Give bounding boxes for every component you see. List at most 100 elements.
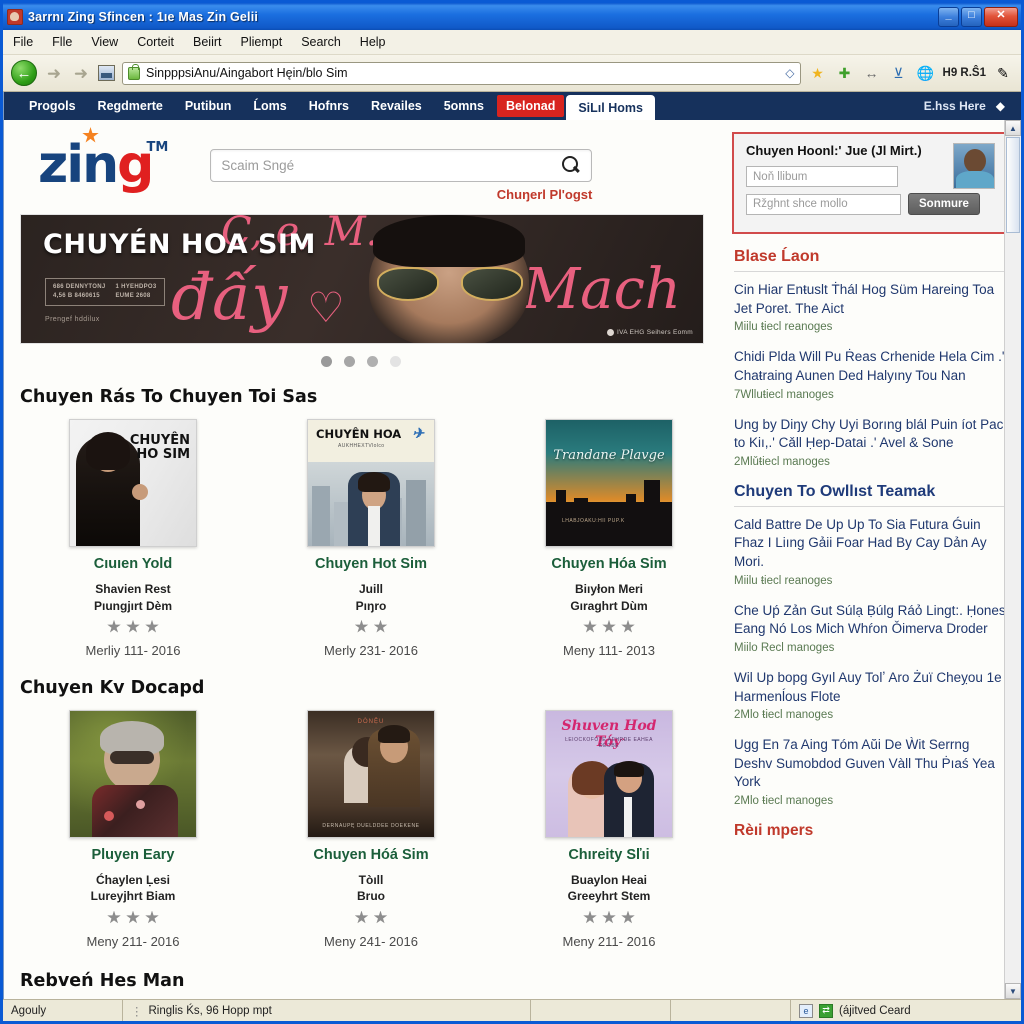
- star-icon: [583, 619, 597, 633]
- card-date: Meny 211‑ 2016: [562, 933, 656, 949]
- card-title[interactable]: Pluyen Eary: [91, 847, 174, 864]
- menu-item-pliempt[interactable]: Pliempt: [241, 35, 283, 49]
- card-title[interactable]: Chuyen Hóá Sim: [313, 847, 428, 864]
- globe-status-icon[interactable]: e: [799, 1003, 813, 1018]
- page-scrollbar[interactable]: ▲ ▼: [1004, 120, 1021, 999]
- globe-icon[interactable]: 🌐: [916, 66, 936, 80]
- card-subtitle: Shavien Rest Pıungjırt Dèm: [94, 581, 172, 613]
- hero-banner[interactable]: C, e, M. đấy ♡ -Mach CHUYÉN HOA SIM 686 …: [20, 214, 704, 344]
- star-icon[interactable]: ★: [808, 66, 828, 80]
- forward-button[interactable]: ➜: [44, 65, 64, 82]
- menu-item-file2[interactable]: Flle: [52, 35, 72, 49]
- maximize-button[interactable]: □: [961, 6, 982, 27]
- movie-card[interactable]: CHUYÊN HO SIM Cıuıen Yold Shavien Rest P…: [14, 413, 252, 658]
- news-meta: 7Wlluŧiecl manoges: [734, 388, 834, 401]
- search-input[interactable]: Scaim Sngé: [210, 148, 593, 182]
- menu-item-beiirt[interactable]: Beiirt: [193, 35, 221, 49]
- close-button[interactable]: ✕: [984, 6, 1018, 27]
- card-title[interactable]: Chuyen Hot Sim: [315, 556, 427, 573]
- news-item[interactable]: Che Uṕ Zản Gut Súlạ Ḅúlg Ráỏ Lingt:. Ḥon…: [734, 602, 1007, 654]
- back-button[interactable]: ←: [11, 60, 37, 86]
- card-title[interactable]: Cıuıen Yold: [94, 556, 172, 573]
- news-title[interactable]: Cin Hiar Enŧuslt Ṫhál Hog Süm Hareing To…: [734, 281, 1007, 318]
- nav-item-somns[interactable]: 5omns: [433, 92, 495, 120]
- pen-icon[interactable]: ✎: [993, 66, 1013, 80]
- movie-card[interactable]: DÒNỆU DERNAUPĘ DUELDDEE DOEKENE Chuyen H…: [252, 704, 490, 949]
- menu-item-view[interactable]: View: [91, 35, 118, 49]
- movie-card[interactable]: Shuven Hod Tóƴ ĿEIOCKOFOTE AEHRĐE EAHEA Đ…: [490, 704, 728, 949]
- site-navigation: Progols Regdmerte Putibun Ĺoms Hofnrs Re…: [4, 92, 1021, 120]
- nav-item-belonad[interactable]: Belonad: [497, 95, 565, 117]
- search-sublink[interactable]: Chuŋerl Pl'ogst: [497, 187, 593, 202]
- news-item[interactable]: Wil Up bopg Gyıl Auy Tolʼ Aro Żuï Cheỵou…: [734, 669, 1007, 721]
- poster-image[interactable]: DÒNỆU DERNAUPĘ DUELDDEE DOEKENE: [307, 709, 435, 838]
- resize-arrows-icon[interactable]: ↔: [862, 66, 882, 80]
- menu-item-help[interactable]: Help: [360, 35, 386, 49]
- news-item[interactable]: Chidi Plda Will Pu Ṙeas Crhenide Hela Ci…: [734, 348, 1007, 400]
- poster-image[interactable]: CHUYÊN HO SIM: [69, 419, 197, 547]
- window-title: 3arrnı Zing Sfincen : 1ıe Mas Zı̀n Gelii: [28, 9, 259, 24]
- news-title[interactable]: Che Uṕ Zản Gut Súlạ Ḅúlg Ráỏ Lingt:. Ḥon…: [734, 602, 1007, 639]
- news-title[interactable]: Ung by Diŋy Chy Uyi Borıng blál Puin íot…: [734, 416, 1007, 453]
- menu-item-file1[interactable]: File: [13, 35, 33, 49]
- hero-credit-right: 1 HYEHDPO3 EUME 2608: [115, 283, 156, 301]
- movie-card[interactable]: CHUYÊN HOA AUKHHEXTVlolco ✈ Chuyen Hot S…: [252, 413, 490, 658]
- forward-extra-button[interactable]: ➜: [71, 65, 91, 82]
- hero-title: CHUYÉN HOA SIM: [43, 229, 316, 260]
- zing-logo[interactable]: zing TM: [38, 127, 168, 191]
- nav-right-label[interactable]: E.hss Here: [924, 99, 986, 113]
- nav-item-loms[interactable]: Ĺoms: [242, 92, 297, 120]
- plus-icon[interactable]: ✚: [835, 66, 855, 80]
- carousel-dot-4[interactable]: [390, 356, 401, 367]
- news-item[interactable]: Cald Battre De Up Up To Sia Futura Ǵuin …: [734, 516, 1007, 587]
- scroll-up-arrow[interactable]: ▲: [1005, 120, 1021, 136]
- card-title[interactable]: Chıreity Sľıi: [568, 847, 649, 864]
- card-sub-line1: Shavien Rest: [95, 582, 171, 597]
- card-title[interactable]: Chuyen Hóa Sim: [551, 556, 666, 573]
- diamond-icon[interactable]: ◆: [996, 99, 1005, 113]
- sidebar-footer-link[interactable]: Rèıi mpers: [734, 822, 1021, 840]
- news-title[interactable]: Wil Up bopg Gyıl Auy Tolʼ Aro Żuï Cheỵou…: [734, 669, 1007, 706]
- carousel-dot-2[interactable]: [344, 356, 355, 367]
- nav-item-revailes[interactable]: Revailes: [360, 92, 433, 120]
- login-submit-button[interactable]: Sonmure: [908, 193, 980, 215]
- username-input[interactable]: Noň llibum: [746, 166, 898, 187]
- news-title[interactable]: Cald Battre De Up Up To Sia Futura Ǵuin …: [734, 516, 1007, 572]
- carousel-dot-3[interactable]: [367, 356, 378, 367]
- scroll-thumb[interactable]: [1006, 137, 1020, 233]
- poster-image[interactable]: [69, 709, 197, 838]
- search-icon[interactable]: [561, 155, 581, 175]
- nav-item-hofnrs[interactable]: Hofnrs: [298, 92, 360, 120]
- scroll-down-arrow[interactable]: ▼: [1005, 983, 1021, 999]
- browser-toolbar: ← ➜ ➜ SinpppsiAnu/Aingabort Hęin/blo Sim…: [3, 55, 1021, 92]
- poster-image[interactable]: Shuven Hod Tóƴ ĿEIOCKOFOTE AEHRĐE EAHEA Đ…: [545, 709, 673, 838]
- home-icon[interactable]: [98, 65, 115, 81]
- nav-item-siul-homs[interactable]: SiLıl Homs: [566, 95, 655, 120]
- poster-image[interactable]: Trandane Plavge LHABJOAKU:HII PUP.K: [545, 419, 673, 547]
- transfer-status-icon[interactable]: ⇄: [819, 1003, 833, 1018]
- news-item[interactable]: Cin Hiar Enŧuslt Ṫhál Hog Süm Hareing To…: [734, 281, 1007, 333]
- menu-item-content[interactable]: Corteit: [137, 35, 174, 49]
- nav-item-regdmerte[interactable]: Regdmerte: [87, 92, 174, 120]
- minimize-button[interactable]: _: [938, 6, 959, 27]
- nav-item-progols[interactable]: Progols: [18, 92, 87, 120]
- password-input[interactable]: Ržghnt shce mollo: [746, 193, 901, 215]
- news-title[interactable]: Chidi Plda Will Pu Ṙeas Crhenide Hela Ci…: [734, 348, 1007, 385]
- card-sub-line1: Juill: [358, 582, 383, 597]
- avatar-body: [956, 171, 994, 188]
- card-subtitle: Buaylon Heai Greeyhrt Stem: [568, 872, 651, 904]
- download-icon[interactable]: ⊻: [889, 66, 909, 80]
- carousel-dot-1[interactable]: [321, 356, 332, 367]
- go-icon[interactable]: ◇: [785, 66, 794, 80]
- movie-card[interactable]: Pluyen Eary Ćhaylen Ḷesi Lureyjhrt Biam …: [14, 704, 252, 949]
- movie-card[interactable]: Trandane Plavge LHABJOAKU:HII PUP.K Chuy…: [490, 413, 728, 658]
- news-item[interactable]: Ung by Diŋy Chy Uyi Borıng blál Puin íot…: [734, 416, 1007, 468]
- news-item[interactable]: Ugg En 7a Aing Tóm Aŭi De Ẁit Serrng Des…: [734, 736, 1007, 807]
- star-icon: [107, 619, 121, 633]
- address-bar[interactable]: SinpppsiAnu/Aingabort Hęin/blo Sim ◇: [122, 61, 801, 85]
- news-meta: 2Mlǔŧiecl manoges: [734, 455, 830, 468]
- poster-image[interactable]: CHUYÊN HOA AUKHHEXTVlolco ✈: [307, 419, 435, 547]
- menu-item-search[interactable]: Search: [301, 35, 341, 49]
- news-title[interactable]: Ugg En 7a Aing Tóm Aŭi De Ẁit Serrng Des…: [734, 736, 1007, 792]
- nav-item-putibun[interactable]: Putibun: [174, 92, 243, 120]
